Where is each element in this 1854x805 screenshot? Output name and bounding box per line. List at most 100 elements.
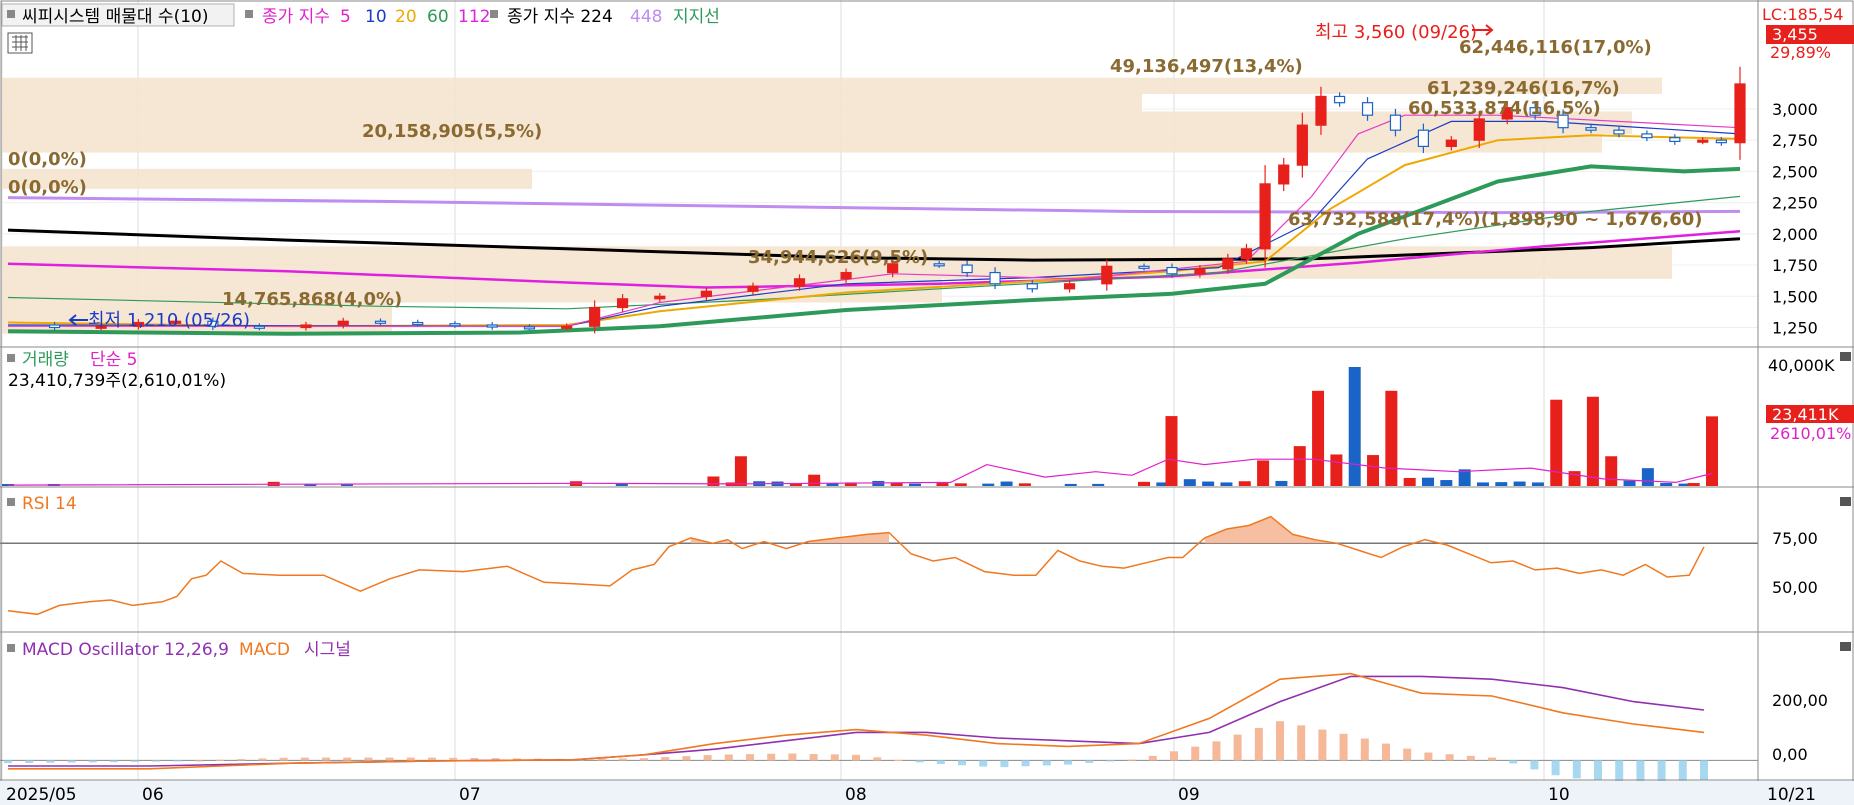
grid-toggle-button[interactable] [7,32,33,54]
candle-body [1194,268,1206,275]
macd-oscillator-bar [1424,752,1433,761]
macd-oscillator-bar [788,753,797,761]
volume-title: 거래량 [22,350,69,370]
candle-body [1101,265,1113,285]
legend-ma-label: 종가 지수 [262,7,330,27]
macd-oscillator-bar [25,760,34,763]
macd-oscillator-bar [428,757,436,761]
macd-y-tick: 0,00 [1772,745,1808,764]
macd-oscillator-bar [1000,760,1009,768]
macd-oscillator-bar [1636,760,1645,783]
macd-oscillator-bar [131,760,140,762]
band-label: 0(0,0%) [8,149,87,170]
candle-body [300,324,312,329]
macd-oscillator-bar [1678,760,1687,781]
candle-body [700,290,712,297]
volume-bar [954,483,967,486]
band-label: 49,136,497(13,4%) [1110,56,1303,77]
candle-body [1278,164,1290,185]
stock-chart[interactable]: 씨피시스템 매물대 수(10) 종가 지수 5 10 20 60 112 종가 … [0,0,1854,805]
rsi-y-tick: 75,00 [1772,529,1818,548]
candle-body [1417,129,1429,148]
legend-ma448: 448 [630,7,662,27]
macd-oscillator-bar [322,757,330,761]
macd-oscillator-bar [1127,759,1136,761]
volume-bar [1275,480,1288,486]
x-axis-label: 09 [1178,785,1200,805]
price-y-tick: 1,750 [1772,256,1818,275]
volume-bar [1312,390,1325,486]
legend-ma60: 60 [427,7,449,27]
volume-bar [1293,446,1306,486]
macd-title: MACD Oscillator 12,26,9 [22,640,229,660]
x-axis-label: 07 [459,785,481,805]
rsi-title: RSI 14 [22,494,77,514]
volume-bar [1422,477,1434,486]
candle-body [561,325,573,329]
macd-oscillator-bar [4,760,12,764]
macd-oscillator-bar [1106,760,1115,762]
volume-bar [1220,482,1233,486]
volume-profile-band [2,93,1142,112]
macd-oscillator-bar [1276,721,1284,761]
macd-oscillator-bar [194,760,203,762]
candle-body [589,306,601,327]
candle-body [253,325,266,329]
macd-oscillator-bar [88,760,97,763]
candle-body [1697,139,1709,143]
macd-oscillator-bar [216,759,224,761]
candle-body [747,285,759,292]
price-y-tick: 1,250 [1772,319,1818,338]
band-label: 20,158,905(5,5%) [362,121,542,142]
macd-oscillator-bar [1572,760,1581,779]
macd-label: MACD [239,640,290,660]
panel-close-icon[interactable] [1840,352,1851,361]
candle-body [1389,114,1402,131]
volume-bar [1385,390,1398,486]
volume-bar [1257,460,1270,486]
candle-body [1361,102,1374,116]
volume-y-tick: 40,000K [1768,356,1835,375]
legend-marker-icon [7,10,15,18]
candle-body [1641,133,1653,139]
volume-bar [1018,483,1031,486]
x-axis-label: 2025/05 [6,785,77,805]
macd-oscillator-bar [724,754,733,761]
band-label: 0(0,0%) [8,177,87,198]
volume-bar [1495,482,1508,486]
macd-oscillator-bar [894,759,903,761]
macd-oscillator-bar [1212,741,1221,761]
candle-body [337,320,349,326]
candle-body [1296,124,1308,166]
volume-bar [1064,483,1077,486]
macd-oscillator-bar [1615,760,1624,782]
volume-bar [982,483,995,486]
macd-oscillator-bar [1318,729,1327,761]
macd-oscillator-bar [364,757,373,761]
volume-info: 23,410,739주(2,610,01%) [8,371,226,391]
candle-body [933,263,945,267]
macd-oscillator-bar [661,757,670,761]
candle-body [1445,139,1457,148]
volume-profile-band [2,133,1602,153]
band-label: 60,533,874(16,5%) [1408,98,1601,119]
macd-oscillator-bar [597,758,606,761]
macd-oscillator-bar [258,758,267,761]
macd-oscillator-bar [979,760,988,767]
macd-oscillator-bar [809,753,818,761]
macd-oscillator-bar [279,757,288,761]
volume-bar [1183,479,1196,486]
price-y-tick: 2,750 [1772,131,1818,150]
macd-oscillator-bar [1042,760,1051,766]
volume-bar [1706,416,1718,486]
volume-bar [1330,454,1343,486]
macd-oscillator-bar [1403,748,1412,761]
candle-body [989,271,1001,285]
macd-oscillator-bar [936,760,945,765]
macd-oscillator-bar [1191,746,1200,761]
panel-close-icon[interactable] [1840,497,1851,506]
candle-body [1333,95,1346,104]
macd-oscillator-bar [767,753,776,761]
panel-close-icon[interactable] [1840,642,1851,651]
band-label: 62,446,116(17,0%) [1459,37,1652,58]
